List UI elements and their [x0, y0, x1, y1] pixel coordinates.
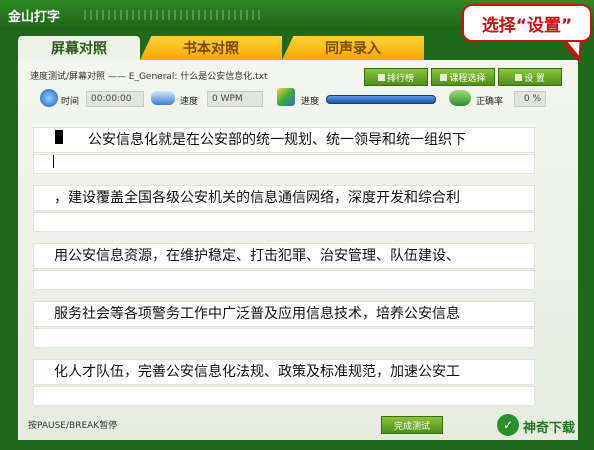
settings-icon: [515, 73, 523, 81]
typing-row: 化人才队伍，完善公安信息化法规、政策及标准规范，加速公安工: [33, 359, 535, 409]
typing-row: 用公安信息资源，在维护稳定、打击犯罪、治安管理、队伍建设、: [33, 243, 535, 293]
accuracy-label: 正确率: [476, 97, 504, 107]
course-icon: [440, 73, 448, 81]
settings-label: 设 置: [524, 73, 545, 84]
typing-input[interactable]: [33, 212, 535, 232]
typing-row: ，建设覆盖全国各级公安机关的信息通信网络，深度开发和综合利: [33, 185, 535, 235]
typing-input[interactable]: [33, 270, 535, 290]
progress-bar: [326, 95, 436, 104]
tab-screen-compare[interactable]: 屏幕对照: [18, 36, 140, 60]
typing-row: 公安信息化就是在公安部的统一规划、统一领导和统一组织下: [33, 127, 535, 177]
accuracy-value: 0 %: [514, 91, 546, 107]
speed-icon: [151, 91, 175, 105]
accuracy-icon: [449, 90, 471, 106]
speed-value: 0 WPM: [207, 91, 263, 107]
typing-input[interactable]: [33, 328, 535, 348]
clock-icon: [40, 89, 58, 107]
tab-book-compare[interactable]: 书本对照: [140, 36, 282, 60]
position-marker: [55, 130, 63, 144]
source-text: 化人才队伍，完善公安信息化法规、政策及标准规范，加速公安工: [33, 359, 535, 385]
logo-icon: ✓: [497, 414, 519, 436]
ranking-button[interactable]: 排行榜: [364, 68, 428, 86]
tab-dictation[interactable]: 同声录入: [282, 36, 424, 60]
typing-input[interactable]: [33, 386, 535, 406]
source-text: 用公安信息资源，在维护稳定、打击犯罪、治安管理、队伍建设、: [33, 243, 535, 269]
course-label: 课程选择: [449, 73, 486, 84]
speed-label: 速度: [180, 97, 199, 107]
title-grip: [84, 10, 264, 20]
course-select-button[interactable]: 课程选择: [431, 68, 495, 86]
source-text: 公安信息化就是在公安部的统一规划、统一领导和统一组织下: [33, 127, 535, 153]
app-window: 金山打字 屏幕对照 书本对照 同声录入 速度测试/屏幕对照 —— E_Gener…: [0, 0, 594, 450]
ranking-icon: [377, 73, 385, 81]
finish-label: 完成测试: [393, 421, 430, 432]
window-title: 金山打字: [8, 10, 61, 25]
time-value: 00:00:00: [86, 91, 144, 107]
logo-text: 神奇下载: [523, 421, 576, 436]
progress-icon: [277, 88, 295, 106]
typing-input[interactable]: [33, 154, 535, 174]
typing-row: 服务社会等各项警务工作中广泛普及应用信息技术，培养公安信息: [33, 301, 535, 351]
settings-button[interactable]: 设 置: [498, 68, 562, 86]
pause-hint: 按PAUSE/BREAK暂停: [28, 421, 118, 431]
source-text: 服务社会等各项警务工作中广泛普及应用信息技术，培养公安信息: [33, 301, 535, 327]
time-label: 时间: [61, 97, 80, 107]
test-info: 速度测试/屏幕对照 —— E_General: 什么是公安信息化.txt: [30, 72, 268, 82]
instruction-callout: 选择“设置”: [462, 4, 592, 42]
source-text: ，建设覆盖全国各级公安机关的信息通信网络，深度开发和综合利: [33, 185, 535, 211]
text-caret: [53, 155, 54, 168]
finish-test-button[interactable]: 完成测试: [381, 416, 443, 434]
ranking-label: 排行榜: [386, 73, 414, 84]
progress-label: 进度: [301, 97, 320, 107]
